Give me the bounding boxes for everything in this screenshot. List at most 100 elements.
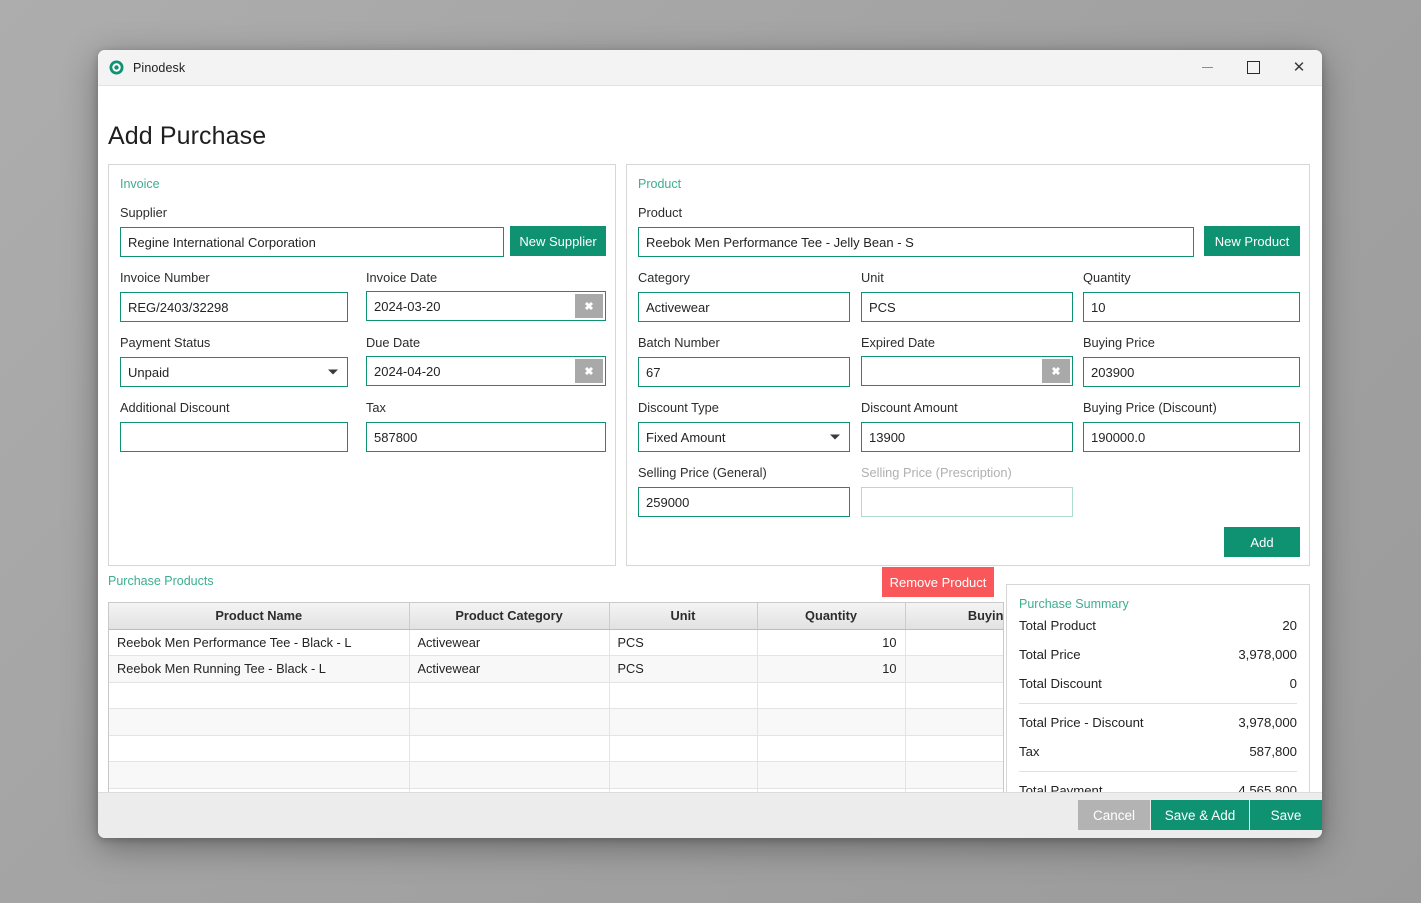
table-header: Product Name Product Category Unit Quant… <box>109 603 1004 629</box>
table-row-empty[interactable] <box>109 709 1004 736</box>
column-header-quantity[interactable]: Quantity <box>757 603 905 629</box>
buying-price-label: Buying Price <box>1083 335 1155 350</box>
batch-number-label: Batch Number <box>638 335 720 350</box>
maximize-button[interactable] <box>1230 51 1276 85</box>
total-product-value: 20 <box>1282 618 1297 633</box>
discount-type-value: Fixed Amount <box>646 430 726 445</box>
cell-empty <box>905 762 1004 789</box>
chevron-down-icon <box>328 370 338 375</box>
cell-empty <box>409 762 609 789</box>
summary-divider-1 <box>1019 703 1297 704</box>
batch-number-input[interactable]: 67 <box>638 357 850 387</box>
table-row-empty[interactable] <box>109 762 1004 789</box>
page-title: Add Purchase <box>108 122 266 151</box>
total-discount-value: 0 <box>1290 676 1297 691</box>
column-header-buying-price[interactable]: Buying Price <box>905 603 1004 629</box>
price-minus-discount-value: 3,978,000 <box>1238 715 1297 730</box>
application-window: Pinodesk ✕ Add Purchase Invoice Supplier… <box>98 50 1322 838</box>
additional-discount-input[interactable] <box>120 422 348 452</box>
column-header-product-name[interactable]: Product Name <box>109 603 409 629</box>
expired-date-label: Expired Date <box>861 335 935 350</box>
chevron-down-icon <box>830 435 840 440</box>
category-input[interactable]: Activewear <box>638 292 850 322</box>
close-button[interactable]: ✕ <box>1276 51 1322 85</box>
quantity-label: Quantity <box>1083 270 1131 285</box>
purchase-products-table: Product Name Product Category Unit Quant… <box>109 603 1004 792</box>
discount-type-label: Discount Type <box>638 400 719 415</box>
invoice-date-field[interactable]: 2024-03-20 ✖ <box>366 291 606 321</box>
payment-status-select[interactable]: Unpaid <box>120 357 348 387</box>
summary-row-price-minus-discount: Total Price - Discount 3,978,000 <box>1019 708 1297 737</box>
quantity-input[interactable]: 10 <box>1083 292 1300 322</box>
column-header-product-category[interactable]: Product Category <box>409 603 609 629</box>
purchase-products-legend: Purchase Products <box>108 574 214 588</box>
discount-type-select[interactable]: Fixed Amount <box>638 422 850 452</box>
category-label: Category <box>638 270 690 285</box>
total-product-label: Total Product <box>1019 618 1096 633</box>
due-date-field[interactable]: 2024-04-20 ✖ <box>366 356 606 386</box>
cell-unit: PCS <box>609 656 757 683</box>
minimize-icon <box>1202 67 1213 68</box>
product-panel-legend: Product <box>638 177 681 191</box>
invoice-number-input[interactable]: REG/2403/32298 <box>120 292 348 322</box>
pinodesk-app-icon <box>108 60 124 76</box>
total-payment-value: 4,565,800 <box>1238 783 1297 792</box>
selling-price-general-label: Selling Price (General) <box>638 465 767 480</box>
table-row-empty[interactable] <box>109 682 1004 709</box>
save-button[interactable]: Save <box>1250 800 1322 830</box>
discount-amount-input[interactable]: 13900 <box>861 422 1073 452</box>
add-product-button[interactable]: Add <box>1224 527 1300 557</box>
buying-price-input[interactable]: 203900 <box>1083 357 1300 387</box>
cell-buying-price <box>905 629 1004 656</box>
cell-empty <box>609 762 757 789</box>
table-body: Reebok Men Performance Tee - Black - LAc… <box>109 629 1004 792</box>
cell-empty <box>757 735 905 762</box>
minimize-button[interactable] <box>1184 51 1230 85</box>
selling-price-prescription-input <box>861 487 1073 517</box>
cell-empty <box>905 682 1004 709</box>
summary-row-total-payment: Total Payment 4,565,800 <box>1019 776 1297 792</box>
buying-price-discount-input[interactable]: 190000.0 <box>1083 422 1300 452</box>
new-product-button[interactable]: New Product <box>1204 226 1300 256</box>
window-title-bar: Pinodesk ✕ <box>98 50 1322 86</box>
cell-empty <box>905 709 1004 736</box>
cell-product-name: Reebok Men Performance Tee - Black - L <box>109 629 409 656</box>
purchase-summary-legend: Purchase Summary <box>1019 597 1297 611</box>
summary-divider-2 <box>1019 771 1297 772</box>
due-date-clear-icon[interactable]: ✖ <box>575 359 603 383</box>
expired-date-clear-icon[interactable]: ✖ <box>1042 359 1070 383</box>
tax-input[interactable]: 587800 <box>366 422 606 452</box>
unit-input[interactable]: PCS <box>861 292 1073 322</box>
table-row[interactable]: Reebok Men Performance Tee - Black - LAc… <box>109 629 1004 656</box>
supplier-input[interactable]: Regine International Corporation <box>120 227 504 257</box>
summary-row-total-price: Total Price 3,978,000 <box>1019 640 1297 669</box>
additional-discount-label: Additional Discount <box>120 400 230 415</box>
due-date-label: Due Date <box>366 335 420 350</box>
window-footer: Cancel Save & Add Save <box>98 792 1322 838</box>
product-input[interactable]: Reebok Men Performance Tee - Jelly Bean … <box>638 227 1194 257</box>
table-row-empty[interactable] <box>109 735 1004 762</box>
cell-empty <box>757 709 905 736</box>
summary-tax-label: Tax <box>1019 744 1040 759</box>
cell-empty <box>609 682 757 709</box>
selling-price-general-input[interactable]: 259000 <box>638 487 850 517</box>
cell-empty <box>905 735 1004 762</box>
column-header-unit[interactable]: Unit <box>609 603 757 629</box>
cell-buying-price <box>905 656 1004 683</box>
cell-product-category: Activewear <box>409 629 609 656</box>
invoice-panel: Invoice Supplier Regine International Co… <box>108 164 616 566</box>
cell-empty <box>109 762 409 789</box>
expired-date-field[interactable]: ✖ <box>861 356 1073 386</box>
product-panel: Product Product Reebok Men Performance T… <box>626 164 1310 566</box>
remove-product-button[interactable]: Remove Product <box>882 567 994 597</box>
save-and-add-button[interactable]: Save & Add <box>1151 800 1249 830</box>
table-row[interactable]: Reebok Men Running Tee - Black - LActive… <box>109 656 1004 683</box>
cell-empty <box>757 762 905 789</box>
cancel-button[interactable]: Cancel <box>1078 800 1150 830</box>
invoice-date-clear-icon[interactable]: ✖ <box>575 294 603 318</box>
total-discount-label: Total Discount <box>1019 676 1102 691</box>
purchase-products-table-container[interactable]: Product Name Product Category Unit Quant… <box>108 602 1004 792</box>
selling-price-prescription-label: Selling Price (Prescription) <box>861 465 1012 480</box>
cell-empty <box>609 709 757 736</box>
new-supplier-button[interactable]: New Supplier <box>510 226 606 256</box>
